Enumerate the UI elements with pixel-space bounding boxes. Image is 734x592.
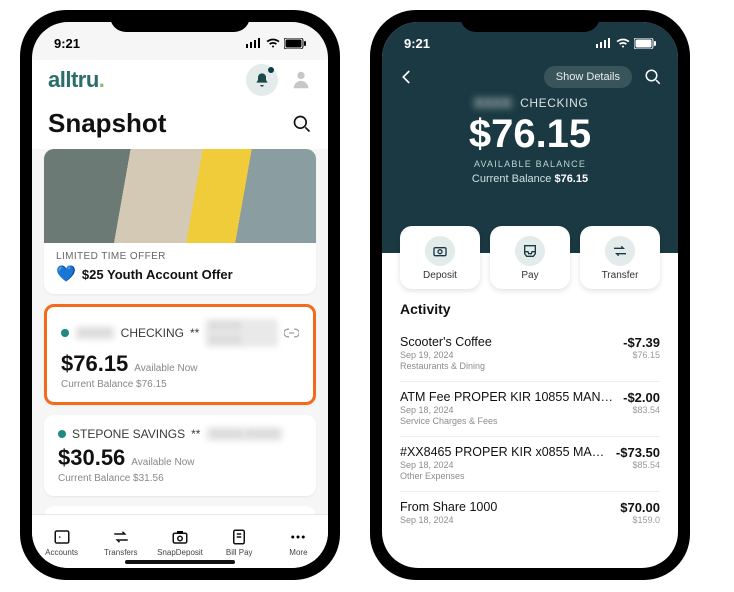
offer-title: $25 Youth Account Offer <box>82 267 233 282</box>
account-name-row: XXXX CHECKING <box>382 96 678 110</box>
transaction-amount: -$2.00 <box>623 390 660 405</box>
activity-heading: Activity <box>400 301 660 317</box>
status-icons <box>246 38 306 49</box>
available-caption: AVAILABLE BALANCE <box>382 159 678 169</box>
screen-account-detail: 9:21 Show Details XXXX CHECKING <box>382 22 678 568</box>
page-title: Snapshot <box>48 108 166 139</box>
heart-icon: 💙 <box>56 264 76 284</box>
more-icon <box>289 528 307 546</box>
back-button[interactable] <box>398 68 416 86</box>
account-name: CHECKING <box>121 326 184 340</box>
account-card-savings-1[interactable]: STEPONE SAVINGS ** XXXX-XXXX $30.56 Avai… <box>44 415 316 496</box>
search-button[interactable] <box>292 114 312 134</box>
account-mask: ** <box>191 427 200 441</box>
offer-eyebrow: LIMITED TIME OFFER <box>56 251 304 262</box>
tab-snapdeposit[interactable]: SnapDeposit <box>150 528 209 557</box>
notification-badge <box>268 67 274 73</box>
phone-left: 9:21 alltru. Snapshot <box>20 10 340 580</box>
brand-logo: alltru. <box>48 67 104 93</box>
account-hero: 9:21 Show Details XXXX CHECKING <box>382 22 678 253</box>
account-tail-redacted: XXXX-XXXX <box>206 427 282 441</box>
content-scroll[interactable]: LIMITED TIME OFFER 💙 $25 Youth Account O… <box>32 149 328 514</box>
link-icon <box>284 327 299 339</box>
home-indicator[interactable] <box>125 560 235 564</box>
signal-icon <box>246 38 262 48</box>
wifi-icon <box>616 38 630 48</box>
available-amount: $76.15 <box>382 112 678 157</box>
account-name: STEPONE SAVINGS <box>72 427 185 441</box>
tab-accounts[interactable]: Accounts <box>32 528 91 557</box>
screen-snapshot: 9:21 alltru. Snapshot <box>32 22 328 568</box>
detail-nav: Show Details <box>382 60 678 94</box>
account-prefix-redacted: XXXX <box>472 96 514 110</box>
signal-icon <box>596 38 612 48</box>
tab-more[interactable]: More <box>269 528 328 557</box>
status-icons <box>596 38 656 49</box>
profile-button[interactable] <box>290 69 312 91</box>
status-time: 9:21 <box>54 36 80 51</box>
notch <box>460 10 600 32</box>
transaction-balance: $85.54 <box>616 460 660 470</box>
battery-icon <box>284 38 306 49</box>
offer-image <box>44 149 316 243</box>
account-mask: ** <box>190 326 199 340</box>
bell-icon <box>254 72 270 88</box>
phone-right: 9:21 Show Details XXXX CHECKING <box>370 10 690 580</box>
transaction-row[interactable]: Scooter's Coffee Sep 19, 2024 Restaurant… <box>400 327 660 382</box>
transaction-title: ATM Fee PROPER KIR 10855 MANCHESTER RD S… <box>400 390 615 404</box>
transaction-balance: $83.54 <box>623 405 660 415</box>
current-balance-row: Current Balance $76.15 <box>382 173 678 185</box>
tab-transfers[interactable]: Transfers <box>91 528 150 557</box>
current-balance-label: Current Balance $76.15 <box>61 379 299 390</box>
tab-billpay[interactable]: Bill Pay <box>210 528 269 557</box>
transaction-amount: $70.00 <box>620 500 660 515</box>
available-label: Available Now <box>131 457 194 468</box>
transfers-icon <box>112 528 130 546</box>
account-prefix-redacted: XXXX <box>75 326 115 340</box>
account-card-checking[interactable]: XXXX CHECKING ** XXXX XXXX $76.15 Availa… <box>44 304 316 405</box>
transfer-icon <box>612 243 628 259</box>
wifi-icon <box>266 38 280 48</box>
status-dot-icon <box>61 329 69 337</box>
transaction-amount: -$73.50 <box>616 445 660 460</box>
notifications-button[interactable] <box>246 64 278 96</box>
transaction-row[interactable]: From Share 1000 Sep 18, 2024 $70.00 $159… <box>400 492 660 535</box>
quick-actions: Deposit Pay Transfer <box>382 226 678 289</box>
transaction-row[interactable]: #XX8465 PROPER KIR x0855 MANCHESTER RD S… <box>400 437 660 492</box>
search-button[interactable] <box>644 68 662 86</box>
account-tail-redacted: XXXX XXXX <box>205 319 277 347</box>
account-amount: $30.56 <box>58 445 125 471</box>
transaction-title: #XX8465 PROPER KIR x0855 MANCHESTER RD S… <box>400 445 608 459</box>
billpay-icon <box>230 528 248 546</box>
accounts-icon <box>53 528 71 546</box>
transaction-balance: $76.15 <box>623 350 660 360</box>
available-label: Available Now <box>134 363 197 374</box>
status-dot-icon <box>58 430 66 438</box>
status-time: 9:21 <box>404 36 430 51</box>
transaction-row[interactable]: ATM Fee PROPER KIR 10855 MANCHESTER RD S… <box>400 382 660 437</box>
transaction-title: From Share 1000 <box>400 500 612 514</box>
inbox-icon <box>522 243 538 259</box>
account-amount: $76.15 <box>61 351 128 377</box>
notch <box>110 10 250 32</box>
battery-icon <box>634 38 656 49</box>
camera-icon <box>171 528 189 546</box>
offer-card[interactable]: LIMITED TIME OFFER 💙 $25 Youth Account O… <box>44 149 316 294</box>
transaction-title: Scooter's Coffee <box>400 335 615 349</box>
show-details-button[interactable]: Show Details <box>544 66 632 88</box>
action-pay[interactable]: Pay <box>490 226 570 289</box>
action-deposit[interactable]: Deposit <box>400 226 480 289</box>
camera-icon <box>432 243 448 259</box>
account-card-savings-2[interactable]: STEP ONE SAVINGS $20.00 <box>44 506 316 514</box>
app-header: alltru. <box>32 60 328 104</box>
current-balance-label: Current Balance $31.56 <box>58 473 302 484</box>
action-transfer[interactable]: Transfer <box>580 226 660 289</box>
activity-section[interactable]: Activity Scooter's Coffee Sep 19, 2024 R… <box>382 253 678 568</box>
title-row: Snapshot <box>32 104 328 149</box>
transaction-amount: -$7.39 <box>623 335 660 350</box>
transaction-balance: $159.0 <box>620 515 660 525</box>
